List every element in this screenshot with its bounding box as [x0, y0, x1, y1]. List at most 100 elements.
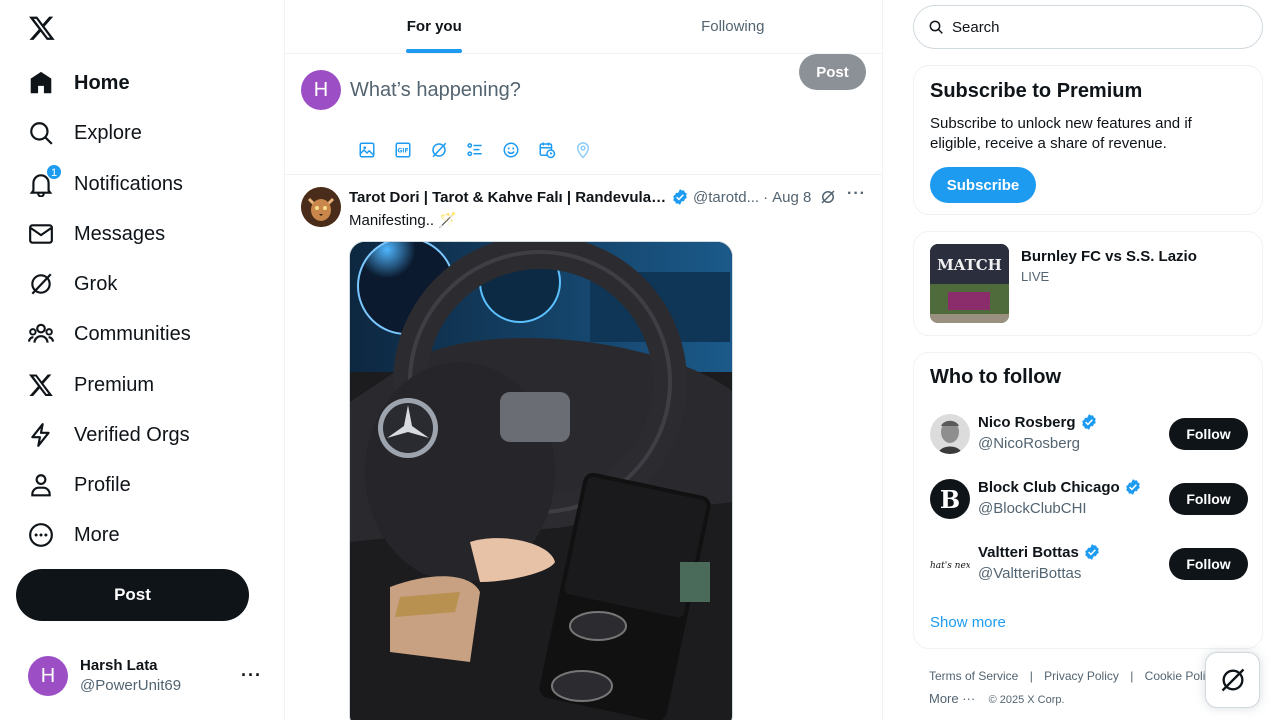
search-icon [929, 20, 943, 34]
follow-suggestion[interactable]: Nico Rosberg @NicoRosberg Follow [930, 412, 1248, 456]
nav-label: Notifications [74, 172, 183, 195]
tab-for-you[interactable]: For you [285, 0, 584, 53]
tweet-more-icon[interactable]: ··· [847, 185, 866, 203]
grok-floating-button[interactable] [1205, 652, 1260, 708]
verified-badge-icon [673, 189, 687, 205]
tweet-author-avatar[interactable] [301, 187, 341, 227]
footer-divider: | [1029, 669, 1033, 683]
grok-icon [28, 271, 54, 297]
verified-badge-icon [1125, 479, 1140, 495]
location-icon[interactable] [565, 134, 601, 166]
live-event-thumbnail: MATCH [930, 244, 1009, 323]
compose-input[interactable] [350, 74, 830, 106]
follow-button[interactable]: Follow [1169, 418, 1248, 450]
timeline: For you Following H GIF Post Tarot Dori … [284, 0, 883, 720]
footer-more-link[interactable]: More ··· [929, 691, 975, 706]
nav-grok[interactable]: Grok [28, 262, 117, 306]
gif-icon[interactable]: GIF [385, 134, 421, 166]
person-name: Block Club Chicago [978, 478, 1120, 496]
nav-messages[interactable]: Messages [28, 212, 165, 256]
nav-communities[interactable]: Communities [28, 312, 191, 356]
tab-following[interactable]: Following [584, 0, 883, 53]
suggestion-handle: @BlockClubCHI [978, 500, 1087, 517]
person-name: Valtteri Bottas [978, 543, 1079, 561]
live-status: LIVE [1021, 269, 1050, 284]
more-circle-icon [28, 522, 54, 548]
x-logo-icon[interactable] [28, 14, 56, 42]
compose-post-button[interactable]: Post [799, 54, 866, 90]
nav-label: Explore [74, 121, 142, 144]
footer-divider: | [1130, 669, 1134, 683]
nav-profile[interactable]: Profile [28, 463, 131, 507]
footer-links: Terms of Service | Privacy Policy | Cook… [929, 669, 1217, 683]
terms-link[interactable]: Terms of Service [929, 669, 1018, 683]
nav-explore[interactable]: Explore [28, 111, 142, 155]
avatar: H [28, 656, 68, 696]
home-icon [28, 70, 54, 96]
follow-suggestion[interactable]: What's next? Valtteri Bottas @ValtteriBo… [930, 542, 1248, 586]
person-name: Nico Rosberg [978, 413, 1076, 431]
left-sidebar: Home Explore 1 Notifications Messages Gr… [0, 0, 284, 720]
nav-label: Verified Orgs [74, 423, 190, 446]
search-input[interactable] [952, 18, 1242, 36]
avatar-letter: B [940, 485, 960, 514]
premium-body: Subscribe to unlock new features and if … [930, 115, 1192, 152]
tweet[interactable]: Tarot Dori | Tarot & Kahve Falı | Randev… [285, 175, 882, 720]
tab-indicator [406, 49, 463, 53]
nav-premium[interactable]: Premium [28, 363, 154, 407]
suggestion-handle: @NicoRosberg [978, 435, 1080, 452]
suggestion-name: Block Club Chicago [978, 478, 1142, 496]
avatar: H [301, 70, 341, 110]
tweet-text: Manifesting.. 🪄 [349, 212, 457, 229]
live-event-card[interactable]: MATCH Burnley FC vs S.S. Lazio LIVE [913, 231, 1263, 336]
lightning-icon [28, 422, 54, 448]
poll-icon[interactable] [457, 134, 493, 166]
composer: H GIF Post [285, 54, 882, 175]
privacy-link[interactable]: Privacy Policy [1044, 669, 1119, 683]
account-switcher[interactable]: H Harsh Lata @PowerUnit69 ··· [28, 655, 268, 697]
schedule-icon[interactable] [529, 134, 565, 166]
avatar: What's next? [930, 544, 970, 584]
nav-verified-orgs[interactable]: Verified Orgs [28, 413, 190, 457]
tweet-header: Tarot Dori | Tarot & Kahve Falı | Randev… [349, 187, 869, 207]
search-icon [28, 120, 54, 146]
tweet-author-name[interactable]: Tarot Dori | Tarot & Kahve Falı | Randev… [349, 189, 667, 206]
image-icon[interactable] [349, 134, 385, 166]
car-interior-photo [350, 242, 732, 720]
who-to-follow-title: Who to follow [930, 366, 1062, 388]
emoji-icon[interactable] [493, 134, 529, 166]
verified-badge-icon [1085, 544, 1099, 560]
subscribe-button[interactable]: Subscribe [930, 167, 1036, 203]
follow-suggestion[interactable]: B Block Club Chicago @BlockClubCHI Follo… [930, 477, 1248, 521]
post-button[interactable]: Post [16, 569, 249, 621]
account-handle: @PowerUnit69 [80, 677, 182, 694]
nav-label: Messages [74, 222, 166, 245]
people-icon [28, 321, 54, 347]
tweet-media-image[interactable] [349, 241, 733, 720]
nav-home[interactable]: Home [28, 61, 130, 105]
notification-badge: 1 [46, 164, 62, 180]
tweet-author-handle[interactable]: @tarotd... [693, 189, 759, 206]
nav-more[interactable]: More [28, 513, 120, 557]
nav-notifications[interactable]: 1 Notifications [28, 162, 183, 206]
person-icon [28, 472, 54, 498]
show-more-link[interactable]: Show more [930, 614, 1006, 631]
grok-icon[interactable] [819, 188, 837, 206]
follow-button[interactable]: Follow [1169, 548, 1248, 580]
tweet-date[interactable]: Aug 8 [772, 189, 811, 206]
account-more-icon[interactable]: ··· [241, 665, 262, 686]
tweet-separator: · [763, 188, 769, 206]
suggestion-name: Nico Rosberg [978, 413, 1098, 431]
nav-label: Grok [74, 272, 118, 295]
grok-icon[interactable] [421, 134, 457, 166]
search-bar[interactable] [913, 5, 1263, 49]
footer-row-2: More ··· © 2025 X Corp. [929, 691, 1065, 706]
verified-badge-icon [1081, 414, 1096, 430]
follow-button[interactable]: Follow [1169, 483, 1248, 515]
timeline-tabs: For you Following [285, 0, 882, 54]
suggestion-handle: @ValtteriBottas [978, 565, 1082, 582]
composer-toolbar: GIF [349, 134, 601, 166]
premium-title: Subscribe to Premium [930, 80, 1143, 102]
who-to-follow-card: Who to follow Nico Rosberg @NicoRosberg … [913, 352, 1263, 649]
nav-label: More [74, 523, 120, 546]
